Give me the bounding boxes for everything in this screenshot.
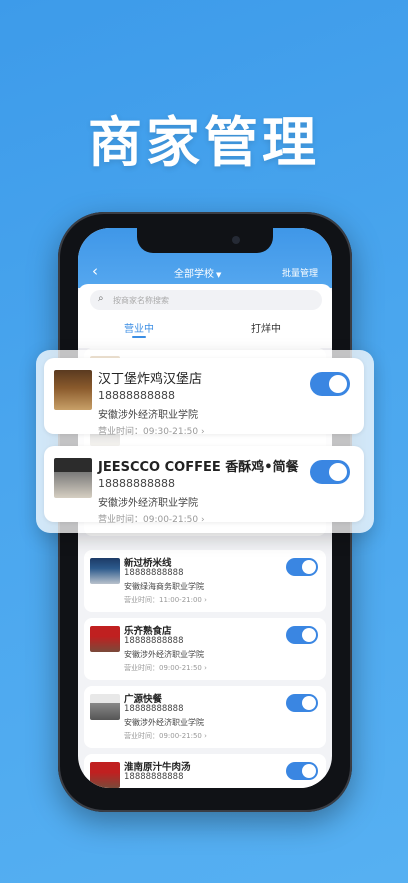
merchant-photo	[90, 626, 120, 652]
open-toggle[interactable]	[310, 460, 350, 484]
merchant-school: 安徽涉外经济职业学院	[98, 498, 198, 509]
merchant-phone: 18888888888	[124, 568, 184, 578]
list-item[interactable]: 广源快餐 18888888888 安徽涉外经济职业学院 营业时间：09:00-2…	[84, 686, 326, 748]
chevron-down-icon: ▼	[216, 271, 222, 279]
toggle-knob	[302, 560, 316, 574]
merchant-name: 淮南原汁牛肉汤	[124, 762, 191, 773]
phone-notch	[137, 227, 273, 253]
merchant-photo	[90, 558, 120, 584]
list-item[interactable]: 乐齐熟食店 18888888888 安徽涉外经济职业学院 营业时间：09:00-…	[84, 618, 326, 680]
merchant-phone: 18888888888	[124, 772, 184, 782]
merchant-name: 汉丁堡炸鸡汉堡店	[98, 372, 203, 387]
tab-open[interactable]: 营业中	[124, 320, 154, 335]
search-icon: ⌕	[98, 293, 104, 304]
merchant-school: 安徽涉外经济职业学院	[98, 410, 198, 421]
featured-merchants-popout: 汉丁堡炸鸡汉堡店 18888888888 安徽涉外经济职业学院 营业时间：09:…	[36, 350, 374, 533]
merchant-hours[interactable]: 营业时间：09:00-21:50 ›	[124, 663, 207, 673]
toggle-knob	[302, 764, 316, 778]
merchant-name: 广源快餐	[124, 694, 163, 705]
merchant-photo	[90, 694, 120, 720]
merchant-name: JEESCCO COFFEE 香酥鸡•简餐	[98, 460, 299, 475]
open-toggle[interactable]	[286, 558, 318, 576]
search-placeholder: 按商家名称搜索	[113, 296, 169, 305]
merchant-name: 乐齐熟食店	[124, 626, 172, 637]
active-tab-indicator	[132, 336, 146, 338]
camera-icon	[232, 236, 240, 244]
merchant-school: 安徽涉外经济职业学院	[124, 718, 204, 727]
toggle-knob	[329, 375, 347, 393]
list-item[interactable]: 淮南原汁牛肉汤 18888888888	[84, 754, 326, 788]
list-item[interactable]: 新过桥米线 18888888888 安徽绿海商务职业学院 营业时间：11:00-…	[84, 550, 326, 612]
merchant-phone: 18888888888	[98, 389, 175, 402]
open-toggle[interactable]	[286, 762, 318, 780]
merchant-name: 新过桥米线	[124, 558, 172, 569]
merchant-school: 安徽涉外经济职业学院	[124, 650, 204, 659]
school-filter-dropdown[interactable]: 全部学校 ▼	[174, 265, 221, 280]
merchant-hours[interactable]: 营业时间：09:00-21:50 ›	[124, 731, 207, 741]
merchant-hours[interactable]: 营业时间：11:00-21:00 ›	[124, 595, 207, 605]
open-toggle[interactable]	[310, 372, 350, 396]
merchant-phone: 18888888888	[98, 477, 175, 490]
back-arrow-icon[interactable]: ‹	[92, 262, 98, 280]
toggle-knob	[329, 463, 347, 481]
merchant-photo	[54, 458, 92, 498]
hero-title: 商家管理	[88, 111, 320, 174]
merchant-photo	[54, 370, 92, 410]
toggle-knob	[302, 696, 316, 710]
school-filter-label: 全部学校	[174, 269, 214, 280]
search-input[interactable]: ⌕ 按商家名称搜索	[90, 290, 322, 310]
batch-manage-button[interactable]: 批量管理	[282, 266, 318, 279]
merchant-hours[interactable]: 营业时间：09:00-21:50 ›	[98, 512, 205, 525]
merchant-hours[interactable]: 营业时间：09:30-21:50 ›	[98, 424, 205, 437]
merchant-phone: 18888888888	[124, 704, 184, 714]
merchant-school: 安徽绿海商务职业学院	[124, 582, 204, 591]
featured-merchant-card[interactable]: 汉丁堡炸鸡汉堡店 18888888888 安徽涉外经济职业学院 营业时间：09:…	[44, 358, 364, 437]
open-toggle[interactable]	[286, 626, 318, 644]
merchant-phone: 18888888888	[124, 636, 184, 646]
toggle-knob	[302, 628, 316, 642]
featured-merchant-card[interactable]: JEESCCO COFFEE 香酥鸡•简餐 18888888888 安徽涉外经济…	[44, 446, 364, 525]
open-toggle[interactable]	[286, 694, 318, 712]
merchant-photo	[90, 762, 120, 788]
tab-closed[interactable]: 打烊中	[251, 320, 281, 335]
